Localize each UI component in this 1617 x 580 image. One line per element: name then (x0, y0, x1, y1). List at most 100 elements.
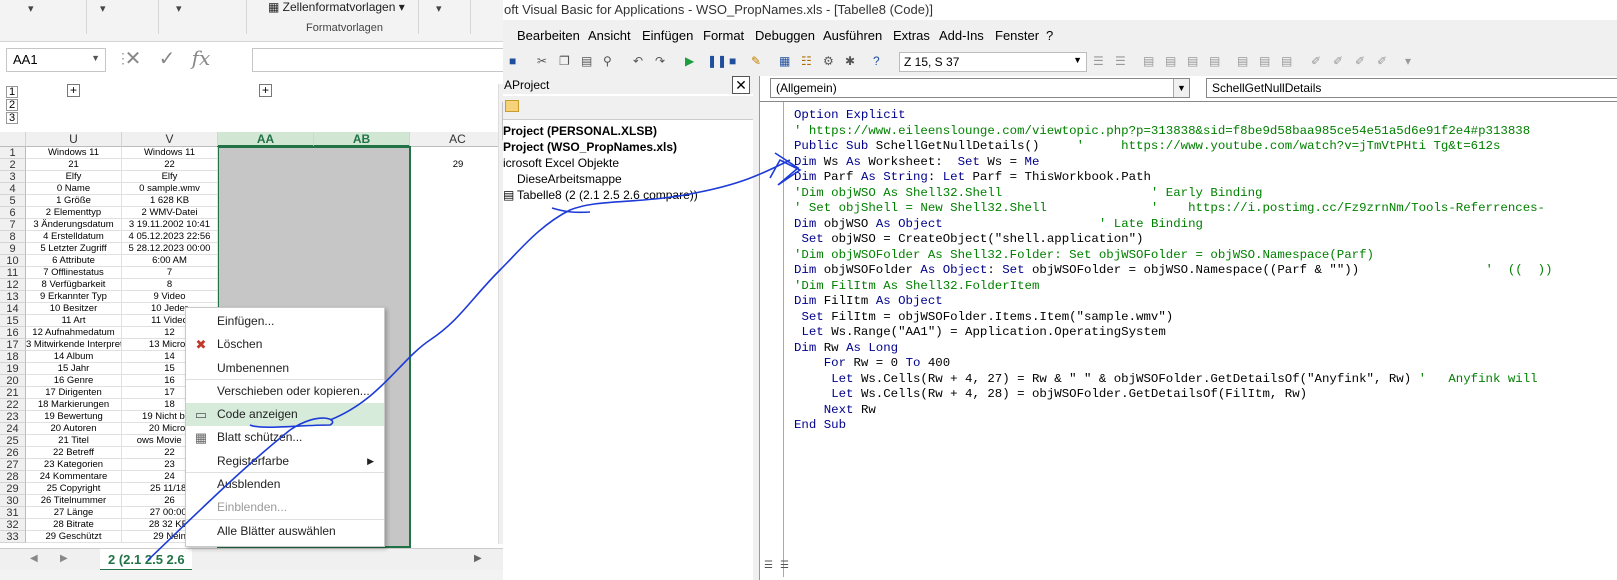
properties-icon[interactable]: ☷ (801, 54, 812, 68)
context-menu-item[interactable]: ✖ Löschen (186, 333, 384, 356)
cell[interactable]: 28 Bitrate (26, 519, 122, 531)
toolbar-options-icon[interactable]: ▾ (1405, 54, 1411, 68)
cell[interactable]: 21 (26, 159, 122, 171)
row-header[interactable]: 33 (0, 531, 26, 543)
context-menu-item[interactable]: ▦ Blatt schützen... (186, 426, 384, 449)
code-line[interactable]: End Sub (794, 418, 1552, 434)
cell[interactable]: 17 Dirigenten (26, 387, 122, 399)
parameter-info-icon[interactable]: ▤ (1187, 54, 1198, 68)
cell[interactable]: 19 Bewertung (26, 411, 122, 423)
code-line[interactable]: Dim Parf As String: Let Parf = ThisWorkb… (794, 170, 1552, 186)
code-line[interactable]: Dim Rw As Long (794, 341, 1552, 357)
code-line[interactable]: Set FilItm = objWSOFolder.Items.Item("sa… (794, 310, 1552, 326)
menu-item[interactable]: Einfügen (642, 28, 693, 43)
cell[interactable]: 1 628 KB (122, 195, 218, 207)
context-menu-item[interactable]: Registerfarbe ▶ (186, 450, 384, 474)
code-editor[interactable]: Option Explicit ' https://www.eileensloun… (760, 101, 1617, 577)
list-members-icon[interactable]: ▤ (1143, 54, 1154, 68)
column-header-ab[interactable]: AB (314, 132, 410, 147)
tab-scroll-right-icon[interactable]: ▶ (60, 553, 68, 564)
row-header[interactable]: 15 (0, 315, 26, 327)
context-menu-item[interactable]: Verschieben oder kopieren... (186, 380, 384, 403)
row-header[interactable]: 19 (0, 363, 26, 375)
quick-info-icon[interactable]: ▤ (1165, 54, 1176, 68)
column-header-ac[interactable]: AC (410, 132, 506, 147)
pause-icon[interactable]: ❚❚ (707, 54, 727, 68)
row-header[interactable]: 25 (0, 435, 26, 447)
cell[interactable]: Windows 11 (26, 147, 122, 159)
project-explorer-icon[interactable]: ▦ (779, 54, 790, 68)
cell[interactable]: 3 19.11.2002 10:41 (122, 219, 218, 231)
column-header-aa[interactable]: AA (218, 132, 314, 147)
cell[interactable]: 5 28.12.2023 00:00 (122, 243, 218, 255)
row-header[interactable]: 7 (0, 219, 26, 231)
cell-ac2[interactable]: 29 (410, 159, 506, 171)
row-header[interactable]: 8 (0, 231, 26, 243)
design-mode-icon[interactable]: ✎ (751, 54, 761, 68)
cancel-icon[interactable]: ✕ (116, 46, 150, 71)
row-header[interactable]: 18 (0, 351, 26, 363)
tree-item-tabelle8[interactable]: Tabelle8 (2 (2.1 2.5 2.6 compare)) (517, 188, 698, 202)
cell[interactable]: 8 (122, 279, 218, 291)
toggle-breakpoint-icon[interactable]: ▤ (1237, 54, 1248, 68)
ribbon-dropdown-icon[interactable]: ▾ (28, 2, 34, 15)
hscroll-right-icon[interactable]: ▶ (474, 553, 482, 564)
code-line[interactable]: Let Ws.Range("AA1") = Application.Operat… (794, 325, 1552, 341)
cell[interactable]: 5 Letzter Zugriff (26, 243, 122, 255)
row-header[interactable]: 3 (0, 171, 26, 183)
menu-item[interactable]: Extras (893, 28, 930, 43)
cell[interactable]: 2 WMV-Datei (122, 207, 218, 219)
row-header[interactable]: 30 (0, 495, 26, 507)
cell[interactable]: 3 Änderungsdatum (26, 219, 122, 231)
cell[interactable]: 12 Aufnahmedatum (26, 327, 122, 339)
code-line[interactable]: 'Dim FilItm As Shell32.FolderItem (794, 279, 1552, 295)
tab-scroll-left-icon[interactable]: ◀ (30, 553, 38, 564)
cell[interactable]: Elfy (26, 171, 122, 183)
cell[interactable]: 9 Erkannter Typ (26, 291, 122, 303)
row-header[interactable]: 29 (0, 483, 26, 495)
prev-bookmark-icon[interactable]: ✐ (1355, 54, 1365, 68)
menu-item[interactable]: ? (1046, 28, 1053, 43)
cell[interactable]: 29 Geschützt (26, 531, 122, 543)
cell[interactable]: 0 Name (26, 183, 122, 195)
cell[interactable]: 25 Copyright (26, 483, 122, 495)
outdent-icon[interactable]: ☰ (1115, 54, 1126, 68)
ribbon-dropdown-icon[interactable]: ▾ (100, 2, 106, 15)
code-line[interactable]: Next Rw (794, 403, 1552, 419)
context-menu-item[interactable]: Umbenennen (186, 357, 384, 380)
toggle-folders-icon[interactable] (505, 100, 519, 112)
select-all-corner[interactable] (0, 132, 26, 147)
code-line[interactable]: 'Dim objWSOFolder As Shell32.Folder: Set… (794, 248, 1552, 264)
cell[interactable]: 27 Länge (26, 507, 122, 519)
code-line[interactable]: 'Dim objWSO As Shell32.Shell ' Early Bin… (794, 186, 1552, 202)
expand-group-icon[interactable]: + (67, 84, 80, 97)
row-header[interactable]: 22 (0, 399, 26, 411)
bookmark-icon[interactable]: ✐ (1311, 54, 1321, 68)
row-header[interactable]: 13 (0, 291, 26, 303)
code-line[interactable]: Option Explicit (794, 108, 1552, 124)
cell[interactable]: 21 Titel (26, 435, 122, 447)
procedure-view-icon[interactable]: ☰ (764, 560, 773, 571)
row-header[interactable]: 6 (0, 207, 26, 219)
cell[interactable]: 8 Verfügbarkeit (26, 279, 122, 291)
row-header[interactable]: 14 (0, 303, 26, 315)
column-header-u[interactable]: U (26, 132, 122, 147)
next-bookmark-icon[interactable]: ✐ (1333, 54, 1343, 68)
run-icon[interactable]: ▶ (685, 54, 694, 68)
cell[interactable]: 23 Kategorien (26, 459, 122, 471)
row-header[interactable]: 12 (0, 279, 26, 291)
row-header[interactable]: 4 (0, 183, 26, 195)
cell[interactable]: 15 Jahr (26, 363, 122, 375)
tree-item-diesearbeitsmappe[interactable]: DieseArbeitsmappe (517, 172, 622, 186)
complete-word-icon[interactable]: ▤ (1209, 54, 1220, 68)
cell[interactable]: 10 Besitzer (26, 303, 122, 315)
code-line[interactable]: Dim objWSOFolder As Object: Set objWSOFo… (794, 263, 1552, 279)
menu-item[interactable]: Ausführen (823, 28, 882, 43)
row-header[interactable]: 17 (0, 339, 26, 351)
cell[interactable]: 2 Elementtyp (26, 207, 122, 219)
row-header[interactable]: 32 (0, 519, 26, 531)
chevron-down-icon[interactable]: ▼ (1173, 79, 1189, 97)
formula-bar-input[interactable] (252, 48, 514, 72)
context-menu-item[interactable]: Alle Blätter auswählen (186, 520, 384, 543)
code-line[interactable]: Dim Ws As Worksheet: Set Ws = Me (794, 155, 1552, 171)
